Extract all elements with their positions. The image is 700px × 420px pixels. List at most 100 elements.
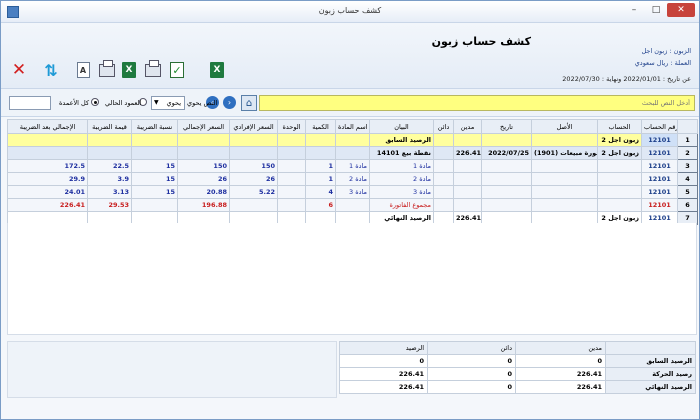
cell-item[interactable]: مادة 2 xyxy=(335,172,370,186)
col-header[interactable]: الحساب xyxy=(597,119,642,134)
cell-unit[interactable] xyxy=(277,159,306,173)
cell-tax-pct[interactable] xyxy=(131,133,178,147)
col-header[interactable]: السعر الإجمالي xyxy=(177,119,230,134)
cell-debit[interactable] xyxy=(453,133,482,147)
check-icon[interactable]: ✓ xyxy=(167,59,187,81)
radio-all-columns[interactable] xyxy=(91,98,99,106)
excel-icon[interactable]: X xyxy=(119,59,139,81)
filter-box[interactable] xyxy=(9,96,51,110)
cell-unit-price[interactable]: 26 xyxy=(229,172,278,186)
cell-total-price[interactable]: 150 xyxy=(177,159,230,173)
cell-tax-val[interactable] xyxy=(87,146,132,160)
cell-statement[interactable]: الرصيد السابق xyxy=(369,133,434,147)
cell-statement[interactable]: مادة 3 xyxy=(369,185,434,199)
cell-unit[interactable] xyxy=(277,146,306,160)
cell-unit-price[interactable]: 5.22 xyxy=(229,185,278,199)
cell-total-after-tax[interactable]: 172.5 xyxy=(7,159,88,173)
cell-unit-price[interactable] xyxy=(229,146,278,160)
cell-credit[interactable] xyxy=(433,146,454,160)
maximize-button[interactable]: □ xyxy=(645,3,667,17)
nav-next-icon[interactable]: › xyxy=(223,96,236,109)
cell-account[interactable] xyxy=(597,159,642,173)
cell-account-number[interactable]: 12101 xyxy=(641,198,678,212)
cell-account[interactable] xyxy=(597,172,642,186)
col-header[interactable]: مدين xyxy=(453,119,482,134)
cell-qty[interactable]: 1 xyxy=(305,159,336,173)
cell-tax-val[interactable]: 3.9 xyxy=(87,172,132,186)
print-icon[interactable] xyxy=(97,59,117,81)
cell-statement[interactable]: مادة 2 xyxy=(369,172,434,186)
cell-tax-val[interactable]: 3.13 xyxy=(87,185,132,199)
cell-qty[interactable]: 1 xyxy=(305,172,336,186)
table-row[interactable]: نقطة بيع 14101 226.412022/07/25فاتورة مبي… xyxy=(7,146,698,160)
cell-debit[interactable] xyxy=(453,198,482,212)
cell-account-number[interactable]: 12101 xyxy=(641,159,678,173)
cell-credit[interactable] xyxy=(433,198,454,212)
col-header[interactable]: الإجمالي بعد الضريبة xyxy=(7,119,88,134)
cell-date[interactable] xyxy=(481,133,532,147)
cell-statement[interactable]: مادة 1 xyxy=(369,159,434,173)
cell-account-number[interactable]: 12101 xyxy=(641,133,678,147)
cell-total-price[interactable]: 26 xyxy=(177,172,230,186)
cell-tax-pct[interactable] xyxy=(131,146,178,160)
print-preview-icon[interactable] xyxy=(143,59,163,81)
cell-unit-price[interactable] xyxy=(229,198,278,212)
cell-tax-pct[interactable]: 15 xyxy=(131,172,178,186)
cell-credit[interactable] xyxy=(433,185,454,199)
cell-debit[interactable]: 226.41 xyxy=(453,146,482,160)
cell-tax-pct[interactable]: 15 xyxy=(131,159,178,173)
cell-item[interactable] xyxy=(335,146,370,160)
cell-origin[interactable] xyxy=(531,159,598,173)
cell-qty[interactable]: 4 xyxy=(305,185,336,199)
cell-total-price[interactable]: 20.88 xyxy=(177,185,230,199)
cell-total-after-tax[interactable]: 24.01 xyxy=(7,185,88,199)
cell-tax-val[interactable]: 22.5 xyxy=(87,159,132,173)
col-header[interactable]: قيمة الضريبة xyxy=(87,119,132,134)
search-input[interactable] xyxy=(259,95,695,111)
cell-total-after-tax[interactable]: 226.41 xyxy=(7,198,88,212)
cell-origin[interactable] xyxy=(531,172,598,186)
cell-account-number[interactable]: 12101 xyxy=(641,185,678,199)
cell-qty[interactable]: 6 xyxy=(305,198,336,212)
font-icon[interactable]: A xyxy=(73,59,93,81)
cell-tax-pct[interactable]: 15 xyxy=(131,185,178,199)
close-window-button[interactable]: ✕ xyxy=(667,3,695,17)
cell-account[interactable]: زبون اجل 2 xyxy=(597,146,642,160)
close-icon[interactable]: ✕ xyxy=(9,59,29,81)
cell-unit-price[interactable] xyxy=(229,133,278,147)
cell-unit[interactable] xyxy=(277,185,306,199)
cell-statement[interactable]: مجموع الفاتورة xyxy=(369,198,434,212)
cell-unit[interactable] xyxy=(277,198,306,212)
table-row[interactable]: 24.01 3.13 15 20.88 5.22 4 مادة 3 مادة 3 12101 5 xyxy=(7,185,698,199)
cell-total-price[interactable]: 196.88 xyxy=(177,198,230,212)
cell-date[interactable] xyxy=(481,159,532,173)
cell-account[interactable] xyxy=(597,185,642,199)
cell-unit[interactable] xyxy=(277,133,306,147)
cell-date[interactable]: 2022/07/25 xyxy=(481,146,532,160)
col-header[interactable]: الكمية xyxy=(305,119,336,134)
cell-statement[interactable]: نقطة بيع 14101 xyxy=(369,146,434,160)
cell-tax-val[interactable] xyxy=(87,133,132,147)
home-icon[interactable]: ⌂ xyxy=(241,95,257,111)
cell-debit[interactable] xyxy=(453,172,482,186)
cell-total-after-tax[interactable]: 29.9 xyxy=(7,172,88,186)
cell-origin[interactable] xyxy=(531,133,598,147)
excel-export-icon[interactable]: X xyxy=(207,59,227,81)
cell-account-number[interactable]: 12101 xyxy=(641,172,678,186)
cell-qty[interactable] xyxy=(305,146,336,160)
col-header[interactable]: نسبة الضريبة xyxy=(131,119,178,134)
cell-item[interactable] xyxy=(335,198,370,212)
cell-account[interactable] xyxy=(597,198,642,212)
cell-total-price[interactable] xyxy=(177,133,230,147)
match-type-select[interactable]: ▼ يحوي xyxy=(151,96,185,110)
cell-item[interactable]: مادة 1 xyxy=(335,159,370,173)
col-header[interactable]: الأصل xyxy=(531,119,598,134)
cell-unit-price[interactable]: 150 xyxy=(229,159,278,173)
cell-debit[interactable] xyxy=(453,185,482,199)
cell-unit[interactable] xyxy=(277,172,306,186)
cell-account[interactable]: زبون اجل 2 xyxy=(597,133,642,147)
cell-total-after-tax[interactable] xyxy=(7,133,88,147)
cell-credit[interactable] xyxy=(433,159,454,173)
col-header[interactable]: البيان xyxy=(369,119,434,134)
col-header[interactable]: تاريخ xyxy=(481,119,532,134)
